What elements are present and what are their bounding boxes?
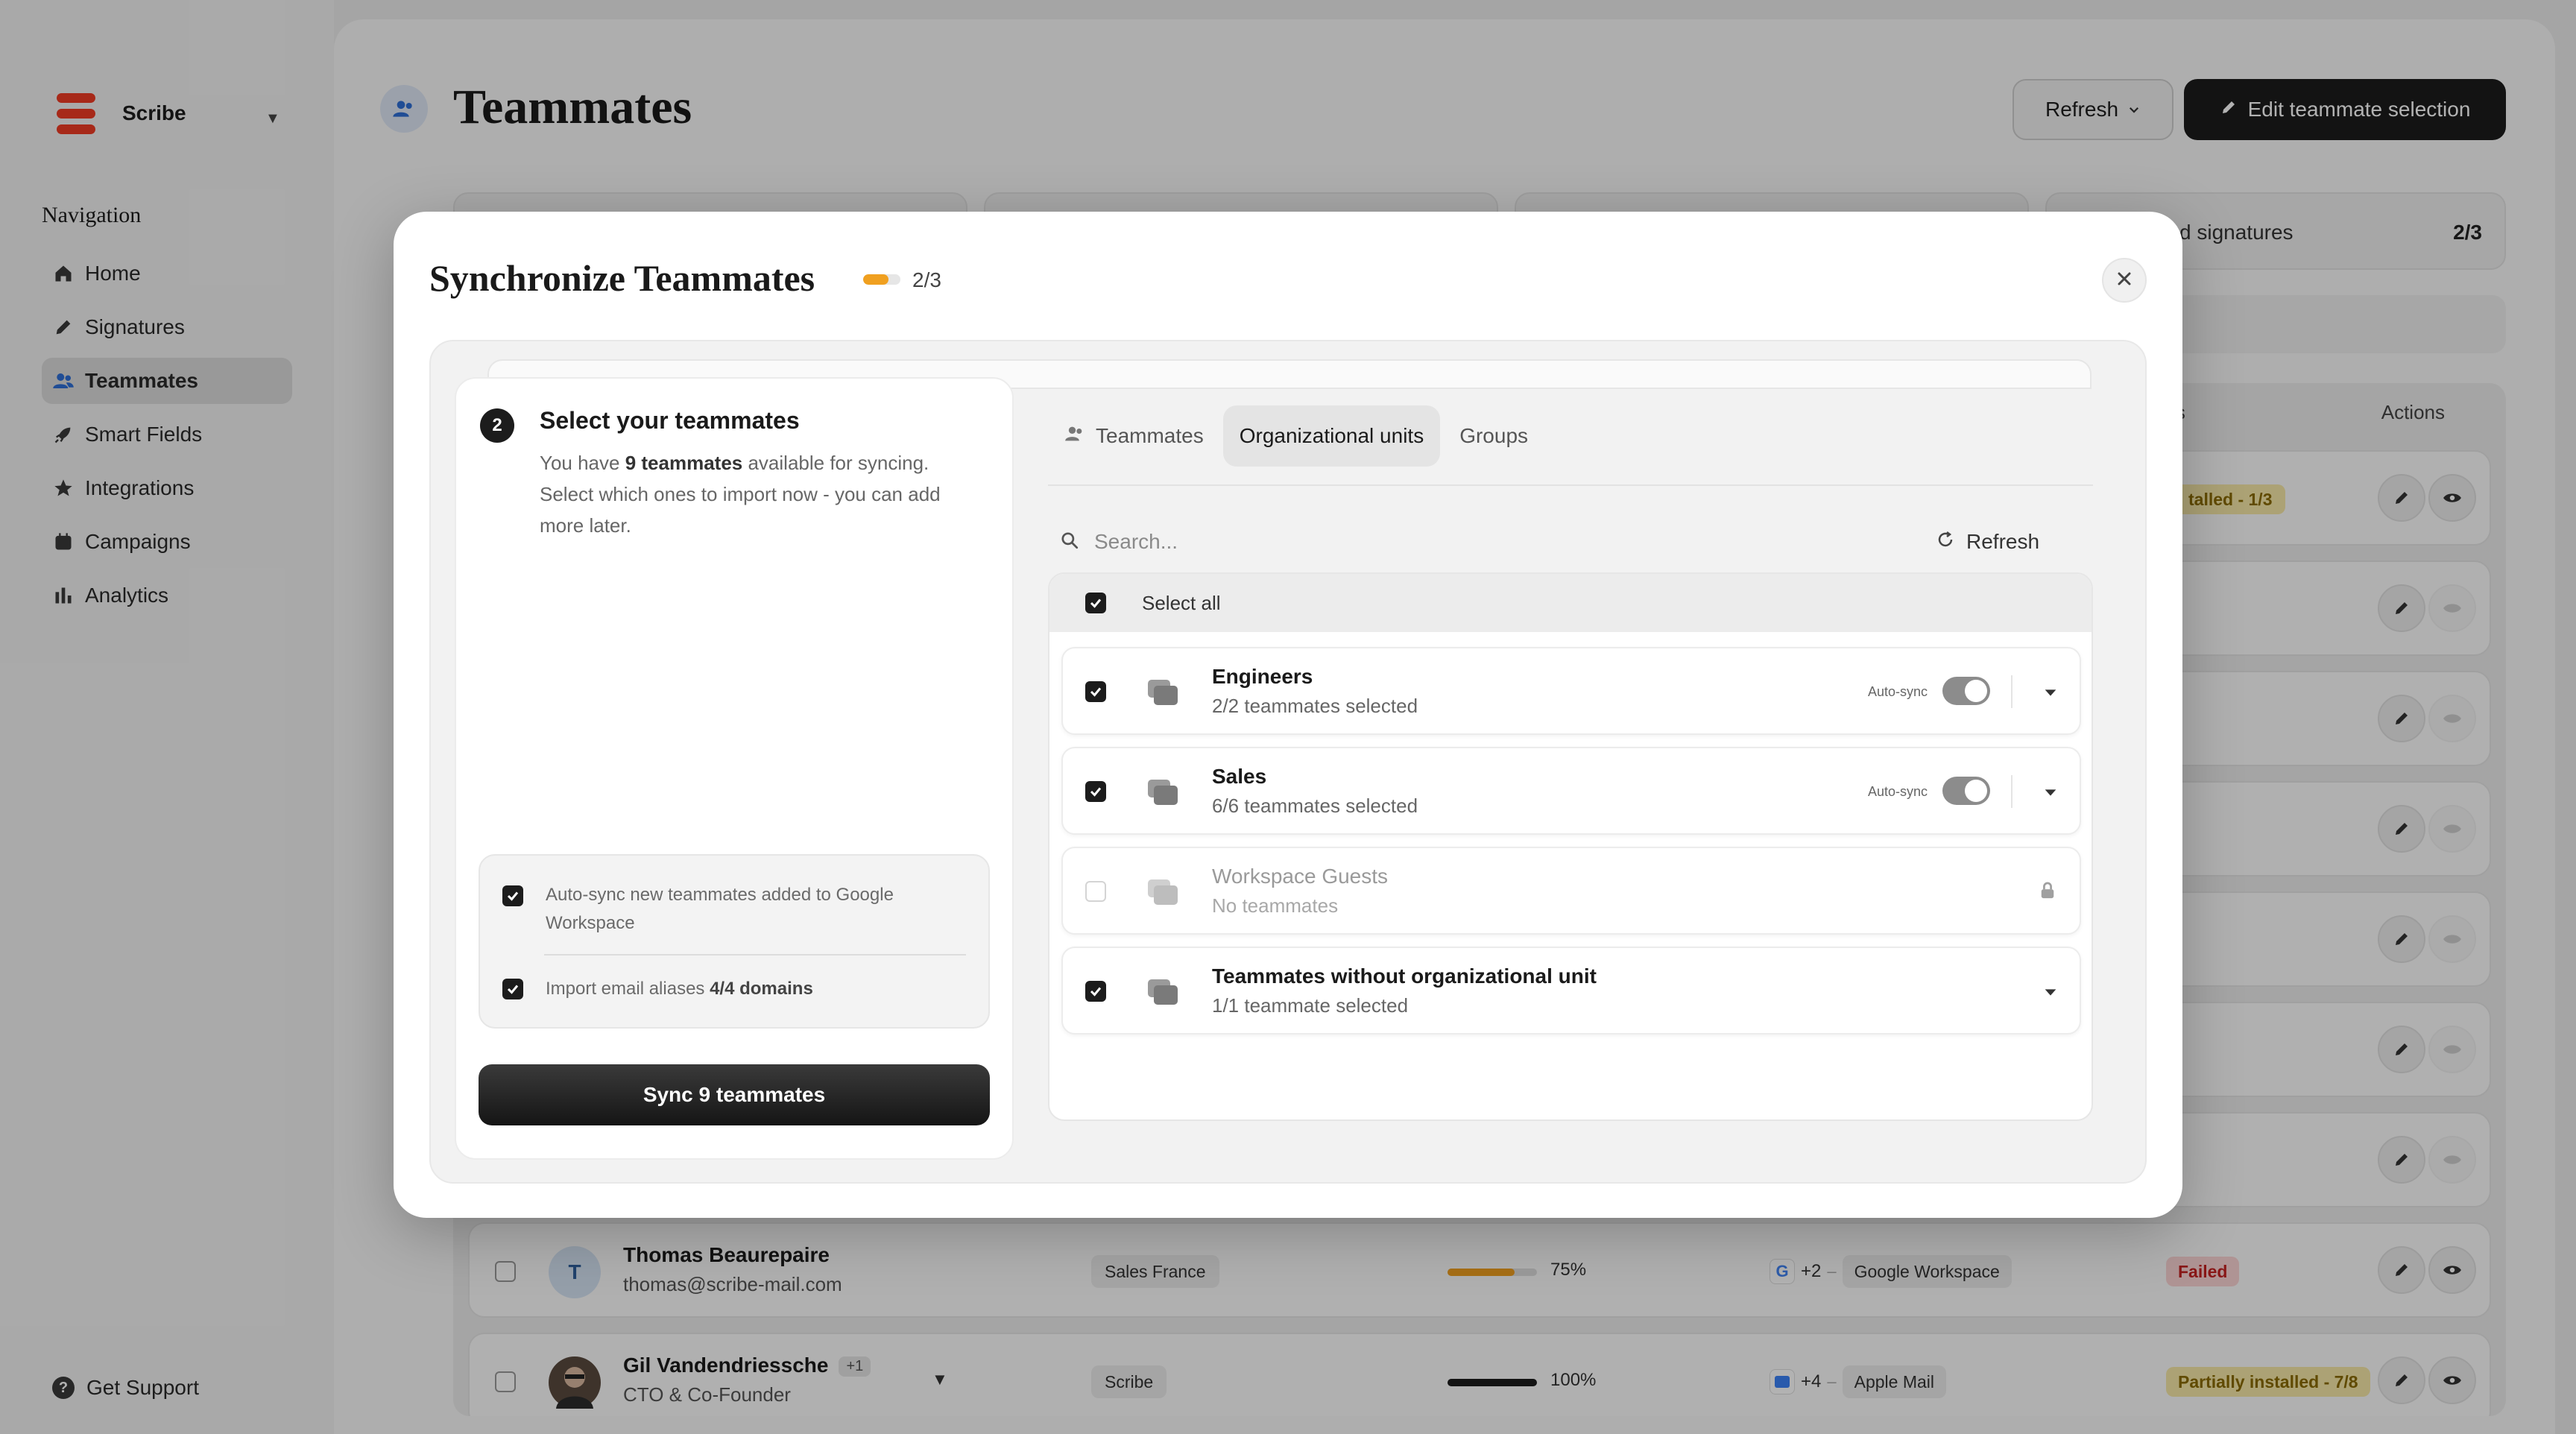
chevron-down-icon[interactable] <box>2039 681 2062 704</box>
folders-icon <box>1148 680 1178 705</box>
modal-title: Synchronize Teammates <box>429 257 815 299</box>
option-autosync-label: Auto-sync new teammates added to Google … <box>546 885 894 933</box>
step-description: You have 9 teammates available for synci… <box>540 447 972 541</box>
option-import-aliases[interactable]: Import email aliases 4/4 domains <box>502 975 965 1003</box>
refresh-icon <box>1936 530 1954 554</box>
sync-options: Auto-sync new teammates added to Google … <box>479 854 990 1029</box>
org-unit-count: 2/2 teammates selected <box>1212 695 1418 717</box>
step-progress-fill <box>863 274 888 285</box>
autosync-toggle[interactable] <box>1942 677 1990 705</box>
divider <box>2011 775 2012 808</box>
lock-icon <box>2036 879 2059 902</box>
divider <box>544 954 966 956</box>
tab-groups[interactable]: Groups <box>1443 405 1544 467</box>
select-all-row[interactable]: Select all <box>1049 574 2092 632</box>
list-item[interactable]: Engineers 2/2 teammates selected Auto-sy… <box>1061 647 2081 735</box>
checkbox-checked[interactable] <box>1085 593 1106 613</box>
tab-teammates[interactable]: Teammates <box>1048 405 1220 467</box>
folders-icon <box>1148 979 1178 1005</box>
search-placeholder: Search... <box>1094 530 1178 553</box>
org-unit-name: Teammates without organizational unit <box>1212 964 1597 988</box>
step-card: 2 Select your teammates You have 9 teamm… <box>455 377 1014 1160</box>
org-unit-count: No teammates <box>1212 894 1339 917</box>
desc-bold: 9 teammates <box>625 452 743 474</box>
select-all-label: Select all <box>1142 591 1221 614</box>
checkbox-checked[interactable] <box>502 885 523 906</box>
synchronize-teammates-modal: Synchronize Teammates 2/3 2 Select your … <box>394 212 2182 1218</box>
close-button[interactable] <box>2102 258 2147 303</box>
selection-panel: Teammates Organizational units Groups Se… <box>1024 377 2126 1160</box>
search-input[interactable]: Search... <box>1060 517 1178 566</box>
checkbox-checked[interactable] <box>1085 981 1106 1002</box>
chevron-down-icon[interactable] <box>2039 981 2062 1003</box>
step-counter: 2/3 <box>912 268 941 291</box>
org-unit-name: Sales <box>1212 765 1267 788</box>
checkbox-disabled <box>1085 881 1106 902</box>
divider <box>1048 484 2093 486</box>
toggle-knob <box>1965 780 1987 802</box>
chevron-down-icon[interactable] <box>2039 781 2062 803</box>
aliases-domains: 4/4 domains <box>710 979 813 999</box>
tab-label: Organizational units <box>1239 424 1424 447</box>
list-item[interactable]: Teammates without organizational unit 1/… <box>1061 947 2081 1035</box>
tab-label: Teammates <box>1096 424 1204 447</box>
tab-bar: Teammates Organizational units Groups <box>1048 405 1544 467</box>
step-progress-bar <box>863 274 900 285</box>
option-aliases-label: Import email aliases 4/4 domains <box>546 975 813 1003</box>
users-icon <box>1064 423 1085 449</box>
autosync-label: Auto-sync <box>1868 784 1928 799</box>
org-unit-name: Workspace Guests <box>1212 865 1389 888</box>
option-autosync[interactable]: Auto-sync new teammates added to Google … <box>502 881 965 938</box>
folders-icon <box>1148 780 1178 805</box>
close-icon <box>2115 270 2133 291</box>
autosync-label: Auto-sync <box>1868 684 1928 699</box>
checkbox-checked[interactable] <box>502 979 523 999</box>
autosync-toggle[interactable] <box>1942 777 1990 805</box>
sync-teammates-button[interactable]: Sync 9 teammates <box>479 1064 990 1125</box>
refresh-label: Refresh <box>1966 530 2040 553</box>
org-unit-count: 6/6 teammates selected <box>1212 795 1418 817</box>
org-unit-list: Select all Engineers 2/2 teammates selec… <box>1048 572 2093 1121</box>
list-item: Workspace Guests No teammates <box>1061 847 2081 935</box>
toggle-knob <box>1965 680 1987 702</box>
desc-before: You have <box>540 452 625 474</box>
step-number: 2 <box>480 408 514 443</box>
org-unit-count: 1/1 teammate selected <box>1212 994 1409 1017</box>
tab-organizational-units[interactable]: Organizational units <box>1222 405 1441 467</box>
step-title: Select your teammates <box>540 407 800 434</box>
tab-label: Groups <box>1459 424 1529 447</box>
modal-body: 2 Select your teammates You have 9 teamm… <box>429 340 2147 1184</box>
folders-icon <box>1148 879 1178 905</box>
aliases-prefix: Import email aliases <box>546 979 710 999</box>
checkbox-checked[interactable] <box>1085 681 1106 702</box>
list-item[interactable]: Sales 6/6 teammates selected Auto-sync <box>1061 747 2081 835</box>
refresh-button[interactable]: Refresh <box>1936 517 2039 566</box>
checkbox-checked[interactable] <box>1085 781 1106 802</box>
search-icon <box>1060 531 1079 554</box>
divider <box>2011 675 2012 708</box>
org-unit-name: Engineers <box>1212 665 1313 688</box>
